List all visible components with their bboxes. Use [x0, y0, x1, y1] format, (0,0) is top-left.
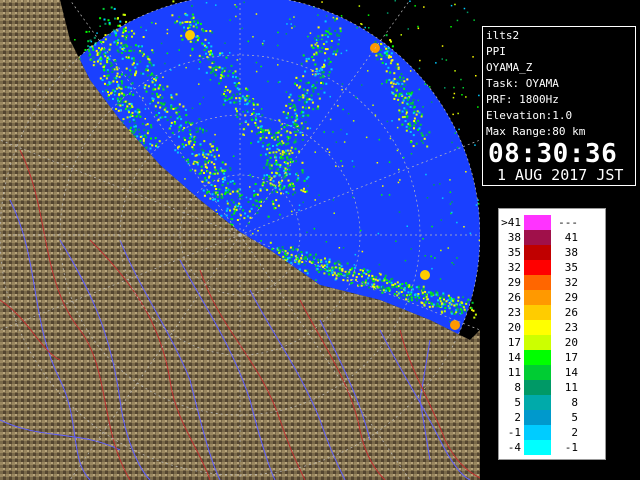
legend-swatch [524, 230, 551, 245]
legend-high-value: 26 [564, 306, 578, 319]
info-line-max-range: Max Range:80 km [486, 125, 586, 138]
legend-high-value: 8 [571, 396, 578, 409]
radar-map [0, 0, 480, 480]
legend-swatch [524, 365, 551, 380]
legend-row: -4 -1 [499, 440, 579, 455]
legend-high-value: 11 [564, 381, 578, 394]
legend-high-value: --- [558, 216, 578, 229]
legend-low-value: 32 [507, 261, 521, 274]
legend-row: 29 32 [499, 275, 579, 290]
legend-high-value: 23 [564, 321, 578, 334]
legend-low-value: 29 [507, 276, 521, 289]
legend-low-value: -1 [507, 426, 521, 439]
radar-ppi-display[interactable] [0, 0, 480, 480]
info-line-product: OYAMA_Z [486, 61, 533, 74]
legend-swatch [524, 395, 551, 410]
legend-row: 32 35 [499, 260, 579, 275]
legend-swatch [524, 440, 551, 455]
legend-swatch [524, 260, 551, 275]
legend-swatch [524, 425, 551, 440]
legend-swatch [524, 245, 551, 260]
legend-high-value: 5 [571, 411, 578, 424]
legend-row: 58 [499, 395, 579, 410]
legend-row: 11 14 [499, 365, 579, 380]
legend-swatch [524, 350, 551, 365]
legend-high-value: 38 [564, 246, 578, 259]
legend-swatch [524, 215, 551, 230]
info-line-task: Task: OYAMA [486, 77, 559, 90]
legend-swatch [524, 335, 551, 350]
legend-row: -1 2 [499, 425, 579, 440]
legend-row: 8 11 [499, 380, 579, 395]
legend-row: 14 17 [499, 350, 579, 365]
legend-swatch [524, 380, 551, 395]
legend-row: 35 38 [499, 245, 579, 260]
legend-low-value: 14 [507, 351, 521, 364]
legend-low-value: >41 [501, 216, 521, 229]
legend-high-value: 14 [564, 366, 578, 379]
legend-title: Reflectivity in dBZ [607, 367, 618, 459]
legend-swatch [524, 305, 551, 320]
sidebar-panel: ilts2 PPI OYAMA_Z Task: OYAMA PRF: 1800H… [480, 0, 640, 480]
legend-low-value: 23 [507, 306, 521, 319]
legend-high-value: 41 [564, 231, 578, 244]
observation-date: 1 AUG 2017 JST [497, 166, 624, 184]
legend-row: 25 [499, 410, 579, 425]
info-line-elevation: Elevation:1.0 [486, 109, 573, 122]
legend-row: 23 26 [499, 305, 579, 320]
legend-row: 26 29 [499, 290, 579, 305]
legend-low-value: 35 [507, 246, 521, 259]
legend-low-value: 2 [514, 411, 521, 424]
info-panel: ilts2 PPI OYAMA_Z Task: OYAMA PRF: 1800H… [482, 26, 636, 186]
info-line-prf: PRF: 1800Hz [486, 93, 559, 106]
observation-time: 08:30:36 [488, 139, 618, 169]
legend-low-value: 26 [507, 291, 521, 304]
legend-low-value: 20 [507, 321, 521, 334]
legend-swatch [524, 290, 551, 305]
color-legend: >41 --- 38 41 35 38 32 35 29 32 26 29 23 26 20 23 17 20 14… [498, 208, 618, 460]
legend-swatch [524, 410, 551, 425]
legend-row: 20 23 [499, 320, 579, 335]
legend-low-value: -4 [507, 441, 521, 454]
legend-row: 17 20 [499, 335, 579, 350]
legend-low-value: 38 [507, 231, 521, 244]
legend-high-value: 35 [564, 261, 578, 274]
info-line-system: ilts2 [486, 29, 520, 42]
legend-high-value: 2 [571, 426, 578, 439]
legend-low-value: 8 [514, 381, 521, 394]
legend-swatch [524, 275, 551, 290]
legend-high-value: 20 [564, 336, 578, 349]
legend-low-value: 11 [507, 366, 521, 379]
legend-row: >41 --- [499, 215, 579, 230]
info-line-mode: PPI [486, 45, 506, 58]
legend-high-value: 32 [564, 276, 578, 289]
legend-high-value: 17 [564, 351, 578, 364]
legend-swatch [524, 320, 551, 335]
legend-low-value: 17 [507, 336, 521, 349]
legend-low-value: 5 [514, 396, 521, 409]
legend-high-value: -1 [564, 441, 578, 454]
legend-high-value: 29 [564, 291, 578, 304]
legend-row: 38 41 [499, 230, 579, 245]
